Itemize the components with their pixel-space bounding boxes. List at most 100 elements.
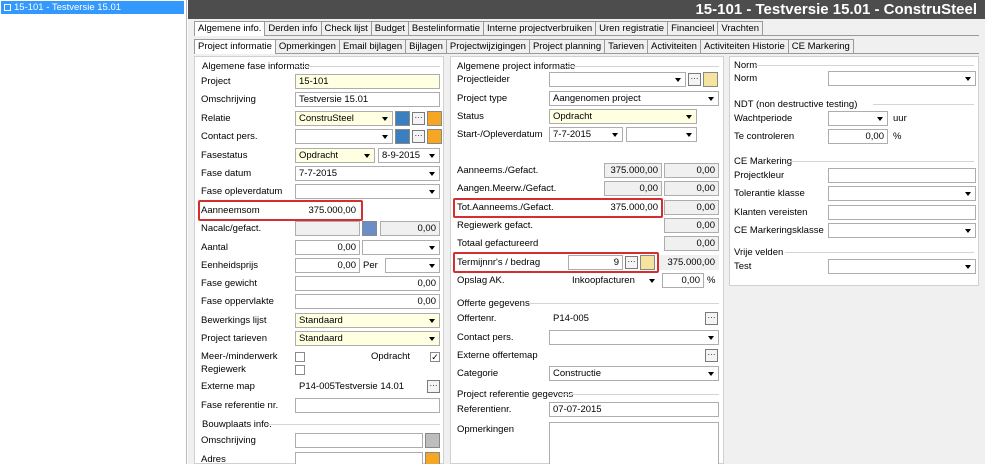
- aantal-field[interactable]: 0,00: [295, 240, 360, 255]
- tab-project-planning[interactable]: Project planning: [528, 39, 606, 53]
- norm-dropdown[interactable]: [828, 71, 976, 86]
- status-dropdown[interactable]: Opdracht: [549, 109, 697, 124]
- regiewerk-gefact-value: 0,00: [664, 218, 719, 233]
- omschrijving-field[interactable]: Testversie 15.01: [295, 92, 440, 107]
- tab-interne-projectverbruiken[interactable]: Interne projectverbruiken: [483, 21, 597, 35]
- label-totaal-gefactureerd: Totaal gefactureerd: [457, 238, 539, 249]
- tab-project-informatie[interactable]: Project informatie: [194, 39, 276, 54]
- fase-gewicht-field[interactable]: 0,00: [295, 276, 440, 291]
- projectkleur-field[interactable]: [828, 168, 976, 183]
- bp-adres-field[interactable]: [295, 452, 423, 464]
- label-omschrijving: Omschrijving: [201, 94, 256, 105]
- project-field[interactable]: 15-101: [295, 74, 440, 89]
- opslag-dropdown[interactable]: Inkoopfacturen: [568, 273, 660, 288]
- tab-projectwijzigingen[interactable]: Projectwijzigingen: [445, 39, 530, 53]
- label-project: Project: [201, 76, 231, 87]
- opmerkingen-textarea[interactable]: [549, 422, 719, 464]
- offertenr-field[interactable]: P14-005: [549, 311, 699, 326]
- calculator-icon[interactable]: [362, 221, 377, 236]
- tab-vrachten[interactable]: Vrachten: [717, 21, 764, 35]
- externe-offertemap-browse-button[interactable]: ···: [705, 349, 718, 362]
- separator: [790, 161, 974, 162]
- opdracht-checkbox[interactable]: ✓: [430, 352, 440, 362]
- label-opmerkingen: Opmerkingen: [457, 424, 515, 435]
- label-bp-omschrijving: Omschrijving: [201, 435, 256, 446]
- tab-derden-info[interactable]: Derden info: [264, 21, 322, 35]
- te-controleren-field[interactable]: 0,00: [828, 129, 888, 144]
- fase-oppervlakte-field[interactable]: 0,00: [295, 294, 440, 309]
- tree-item-selected[interactable]: 15-101 - Testversie 15.01: [1, 1, 184, 14]
- location-pin-icon[interactable]: [427, 111, 442, 126]
- expand-icon[interactable]: [4, 4, 11, 11]
- per-dropdown[interactable]: [385, 258, 440, 273]
- fase-referentie-field[interactable]: [295, 398, 440, 413]
- tab-financieel[interactable]: Financieel: [667, 21, 719, 35]
- separator: [785, 252, 974, 253]
- left-panel: Algemene fase informatie Project 15-101 …: [194, 56, 444, 464]
- tab-bestelinformatie[interactable]: Bestelinformatie: [407, 21, 485, 35]
- label-aanneems-gefact: Aanneems./Gefact.: [457, 165, 539, 176]
- bp-omschrijving-field[interactable]: [295, 433, 423, 448]
- folder-icon[interactable]: [425, 433, 440, 448]
- eenheidsprijs-field[interactable]: 0,00: [295, 258, 360, 273]
- tab-ce-markering[interactable]: CE Markering: [787, 39, 854, 53]
- contact-browse-button[interactable]: ···: [412, 130, 425, 143]
- contact-card-icon[interactable]: [395, 129, 410, 144]
- projectleider-browse-button[interactable]: ···: [688, 73, 701, 86]
- tab-algemene-info[interactable]: Algemene info.: [194, 21, 266, 36]
- project-type-dropdown[interactable]: Aangenomen project: [549, 91, 719, 106]
- regiewerk-checkbox[interactable]: [295, 365, 305, 375]
- tab-activiteiten-historie[interactable]: Activiteiten Historie: [699, 39, 789, 53]
- offertenr-browse-button[interactable]: ···: [705, 312, 718, 325]
- contact-pin-icon[interactable]: [427, 129, 442, 144]
- section-ndt: NDT (non destructive testing): [734, 99, 858, 110]
- relation-card-icon[interactable]: [395, 111, 410, 126]
- klanten-vereisten-field[interactable]: [828, 205, 976, 220]
- label-projectkleur: Projectkleur: [734, 170, 785, 181]
- fase-datum-picker[interactable]: 7-7-2015: [295, 166, 440, 181]
- tolerantie-dropdown[interactable]: [828, 186, 976, 201]
- bewerkings-lijst-dropdown[interactable]: Standaard: [295, 313, 440, 328]
- projectleider-note-icon[interactable]: [703, 72, 718, 87]
- referentienr-field[interactable]: 07-07-2015: [549, 402, 719, 417]
- nacalc-field-1[interactable]: [295, 221, 360, 236]
- tab-opmerkingen[interactable]: Opmerkingen: [274, 39, 340, 53]
- opslag-pct-field[interactable]: 0,00: [662, 273, 704, 288]
- aanneems-gefact-value: 0,00: [664, 163, 719, 178]
- label-aangen-meerw: Aangen.Meerw./Gefact.: [457, 183, 557, 194]
- tab-bijlagen[interactable]: Bijlagen: [405, 39, 447, 53]
- test-dropdown[interactable]: [828, 259, 976, 274]
- project-tarieven-dropdown[interactable]: Standaard: [295, 331, 440, 346]
- wachtperiode-dropdown[interactable]: [828, 111, 888, 126]
- tab-activiteiten[interactable]: Activiteiten: [647, 39, 701, 53]
- opleverdatum-picker[interactable]: [626, 127, 697, 142]
- tab-tarieven[interactable]: Tarieven: [604, 39, 649, 53]
- label-opdracht: Opdracht: [371, 351, 411, 362]
- tab-uren-registratie[interactable]: Uren registratie: [595, 21, 669, 35]
- ce-markeringsklasse-dropdown[interactable]: [828, 223, 976, 238]
- fasestatus-date[interactable]: 8-9-2015: [378, 148, 440, 163]
- externe-map-field[interactable]: P14-005Testversie 14.01: [295, 379, 425, 394]
- middle-panel: Algemene project informatie Projectleide…: [450, 56, 724, 464]
- fase-opleverdatum-picker[interactable]: [295, 184, 440, 199]
- relatie-dropdown[interactable]: ConstruSteel: [295, 111, 393, 126]
- externe-map-browse-button[interactable]: ···: [427, 380, 440, 393]
- tab-email-bijlagen[interactable]: Email bijlagen: [338, 39, 407, 53]
- tab-budget[interactable]: Budget: [370, 21, 409, 35]
- adres-pin-icon[interactable]: [425, 452, 440, 464]
- fasestatus-dropdown[interactable]: Opdracht: [295, 148, 375, 163]
- offerte-contact-dropdown[interactable]: [549, 330, 719, 345]
- tot-gefact-value: 0,00: [664, 200, 719, 215]
- nacalc-field-2[interactable]: 0,00: [380, 221, 440, 236]
- categorie-dropdown[interactable]: Constructie: [549, 366, 719, 381]
- projectleider-dropdown[interactable]: [549, 72, 686, 87]
- aantal-unit-dropdown[interactable]: [362, 240, 440, 255]
- label-categorie: Categorie: [457, 368, 499, 379]
- startdatum-picker[interactable]: 7-7-2015: [549, 127, 623, 142]
- section-ce-markering: CE Markering: [734, 156, 793, 167]
- tab-check-lijst[interactable]: Check lijst: [320, 21, 372, 35]
- meer-minderwerk-checkbox[interactable]: [295, 352, 305, 362]
- contact-dropdown[interactable]: [295, 129, 393, 144]
- main-area: 15-101 - Testversie 15.01 - ConstruSteel…: [188, 0, 985, 464]
- relatie-browse-button[interactable]: ···: [412, 112, 425, 125]
